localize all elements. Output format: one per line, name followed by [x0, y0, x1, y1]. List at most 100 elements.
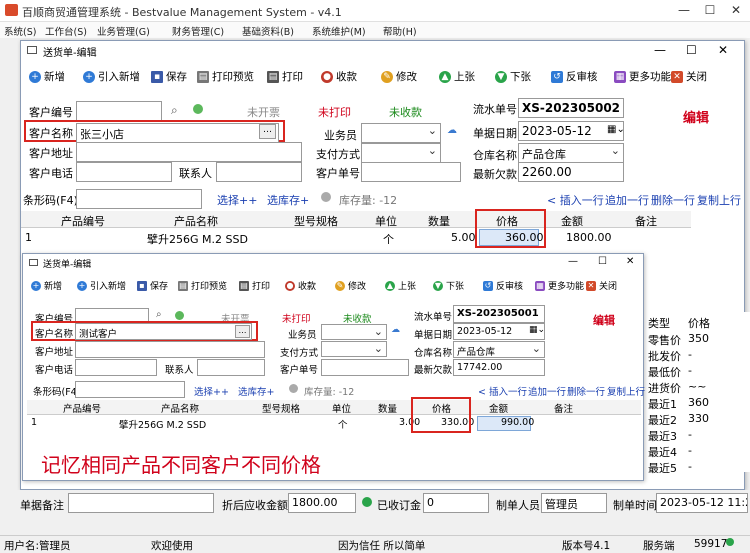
modify-button[interactable]: ✎ 修改 — [381, 69, 417, 84]
close-icon[interactable]: ✕ — [626, 256, 634, 267]
select-link[interactable]: 选择++ — [217, 192, 257, 208]
contact-input[interactable] — [197, 359, 265, 376]
status-server: 服务端 — [643, 540, 675, 552]
warehouse-select[interactable]: 产品仓库 — [453, 341, 545, 358]
import-add-button[interactable]: + 引入新增 — [77, 279, 126, 292]
print-label: 打印 — [252, 282, 271, 292]
deposit-input[interactable]: 0 — [423, 493, 489, 513]
debt-input[interactable]: 17742.00 — [453, 359, 545, 376]
print-button[interactable]: ▤ 打印 — [267, 69, 303, 84]
menu-maintenance[interactable]: 系统维护(M) — [312, 24, 366, 38]
print-button[interactable]: ▤ 打印 — [239, 279, 270, 292]
menu-workbench[interactable]: 工作台(S) — [45, 24, 87, 38]
more-button[interactable]: ▦ 更多功能 — [614, 69, 671, 84]
cust-addr-input[interactable] — [75, 341, 265, 358]
serial-input[interactable]: XS-202305001 — [453, 305, 545, 323]
close-button[interactable]: ✕ 关闭 — [671, 69, 707, 84]
cust-no-input[interactable] — [76, 101, 162, 121]
row-index: 1 — [25, 231, 32, 244]
maximize-icon[interactable]: ☐ — [686, 43, 697, 57]
add-button[interactable]: + 新增 — [29, 69, 65, 84]
insert-row-link[interactable]: < 插入一行 — [547, 192, 604, 208]
calendar-icon[interactable]: ▦⌄ — [529, 325, 545, 335]
cust-order-input[interactable] — [321, 359, 409, 376]
search-icon[interactable]: ⌕ — [156, 309, 162, 320]
close-button[interactable]: ✕ 关闭 — [586, 279, 617, 292]
cust-order-input[interactable] — [361, 162, 461, 182]
close-icon[interactable]: ✕ — [728, 2, 744, 18]
menu-help[interactable]: 帮助(H) — [383, 24, 417, 38]
memo-input[interactable] — [68, 493, 214, 513]
outer-window-title: 送货单-编辑 — [43, 48, 97, 59]
print-preview-button[interactable]: ▤ 打印预览 — [178, 279, 227, 292]
menu-system[interactable]: 系统(S) — [4, 24, 36, 38]
close-icon[interactable]: ✕ — [718, 43, 728, 57]
pay-select[interactable] — [321, 341, 387, 357]
barcode-input[interactable] — [75, 381, 185, 398]
minimize-icon[interactable]: — — [568, 256, 578, 267]
receive-button[interactable]: ● 收款 — [321, 69, 357, 84]
maximize-icon[interactable]: ☐ — [598, 256, 607, 267]
save-button[interactable]: ▪ 保存 — [137, 279, 168, 292]
search-icon[interactable]: ⌕ — [171, 103, 178, 118]
more-button[interactable]: ▦ 更多功能 — [535, 279, 584, 292]
append-row-link[interactable]: 追加一行 — [528, 384, 566, 398]
warehouse-select[interactable]: 产品仓库 — [518, 143, 624, 163]
cust-addr-input[interactable] — [76, 142, 302, 162]
select-link[interactable]: 选择++ — [194, 384, 229, 398]
print-preview-label: 打印预览 — [191, 282, 228, 292]
price-type: 最近1 — [648, 398, 677, 411]
contact-input[interactable] — [216, 162, 302, 182]
table-row[interactable]: 1 擘升256G M.2 SSD 个 5.00 360.00 1800.00 — [21, 229, 691, 246]
import-add-label: 引入新增 — [98, 71, 140, 83]
next-button[interactable]: ▼ 下张 — [433, 279, 464, 292]
cloud-icon[interactable]: ☁ — [391, 325, 400, 335]
copy-row-link[interactable]: 复制上行 — [607, 384, 645, 398]
save-button[interactable]: ▪ 保存 — [151, 69, 187, 84]
print-preview-button[interactable]: ▤ 打印预览 — [197, 69, 254, 84]
table-row[interactable]: 1 擘升256G M.2 SSD 个 3.00 330.00 990.00 — [27, 416, 641, 431]
pay-select[interactable] — [361, 143, 441, 163]
maker-input[interactable]: 管理员 — [541, 493, 607, 513]
import-add-button[interactable]: + 引入新增 — [83, 69, 140, 84]
menu-finance[interactable]: 财务管理(C) — [172, 24, 224, 38]
select-stock-link[interactable]: 选库存+ — [267, 192, 309, 208]
delete-row-link[interactable]: 删除一行 — [651, 192, 695, 208]
time-input[interactable]: 2023-05-12 11:25 — [656, 493, 748, 513]
serial-input[interactable]: XS-202305002 — [518, 98, 624, 118]
minimize-icon[interactable]: — — [676, 2, 692, 18]
modify-button[interactable]: ✎ 修改 — [335, 279, 366, 292]
cust-picker-button[interactable]: … — [235, 325, 250, 338]
maximize-icon[interactable]: ☐ — [702, 2, 718, 18]
cust-name-input[interactable]: 张三小店 — [76, 123, 279, 143]
cust-phone-input[interactable] — [76, 162, 172, 182]
stock-qty: 库存量: -12 — [339, 194, 398, 207]
cloud-icon[interactable]: ☁ — [447, 125, 457, 136]
add-button[interactable]: + 新增 — [31, 279, 62, 292]
salesman-select[interactable] — [361, 123, 441, 143]
prev-button[interactable]: ▲ 上张 — [439, 69, 475, 84]
unaudit-button[interactable]: ↺ 反审核 — [483, 279, 523, 292]
prev-button[interactable]: ▲ 上张 — [385, 279, 416, 292]
delete-row-link[interactable]: 删除一行 — [567, 384, 605, 398]
invoice-status: 未开票 — [247, 106, 280, 119]
debt-input[interactable]: 2260.00 — [518, 162, 624, 182]
menu-business[interactable]: 业务管理(G) — [97, 24, 150, 38]
discount-input[interactable]: 1800.00 — [288, 493, 356, 513]
insert-row-link[interactable]: < 插入一行 — [478, 384, 527, 398]
calendar-icon[interactable]: ▦⌄ — [607, 124, 625, 135]
unaudit-button[interactable]: ↺ 反审核 — [551, 69, 598, 84]
next-button[interactable]: ▼ 下张 — [495, 69, 531, 84]
salesman-select[interactable] — [321, 324, 387, 340]
copy-row-link[interactable]: 复制上行 — [697, 192, 741, 208]
cust-name-input[interactable]: 测试客户 — [75, 323, 252, 340]
cust-phone-input[interactable] — [75, 359, 157, 376]
select-stock-link[interactable]: 选库存+ — [238, 384, 274, 398]
append-row-link[interactable]: 追加一行 — [605, 192, 649, 208]
cust-picker-button[interactable]: … — [259, 124, 276, 139]
barcode-input[interactable] — [76, 189, 202, 209]
price-highlight — [411, 397, 471, 433]
minimize-icon[interactable]: — — [654, 43, 666, 57]
menu-basic[interactable]: 基础资料(B) — [242, 24, 294, 38]
receive-button[interactable]: ● 收款 — [285, 279, 316, 292]
